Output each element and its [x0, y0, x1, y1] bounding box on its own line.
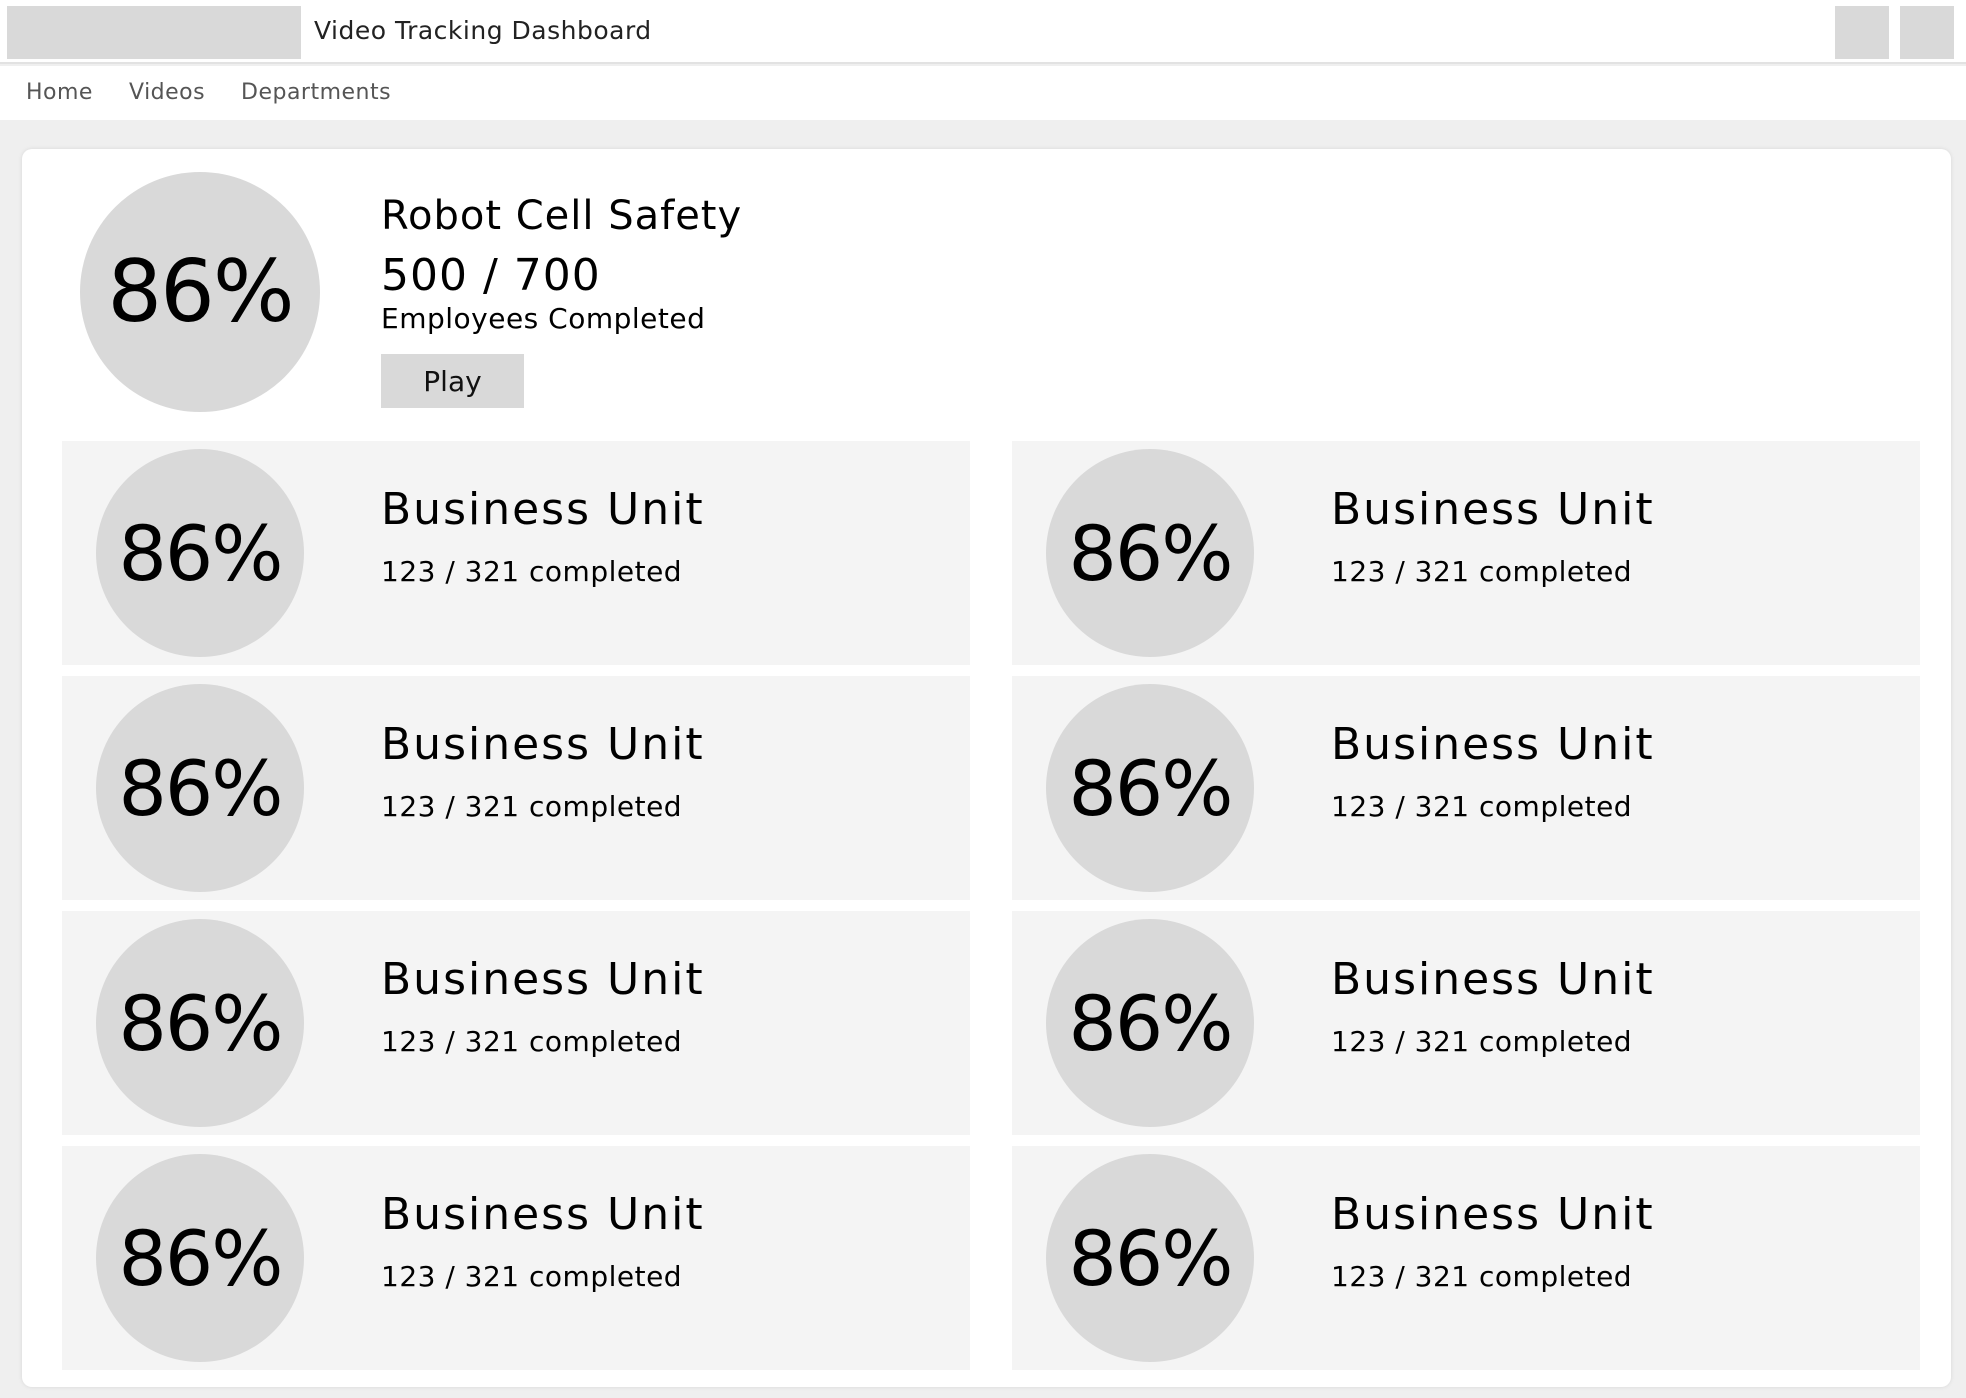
- hero-completion-count: 500 / 700: [381, 250, 601, 301]
- business-unit-card[interactable]: 86% Business Unit 123 / 321 completed: [62, 1146, 970, 1370]
- unit-completion-count: 123 / 321 completed: [1331, 555, 1633, 588]
- top-bar: Video Tracking Dashboard: [0, 0, 1966, 64]
- unit-title: Business Unit: [1331, 719, 1655, 770]
- hero-percent-circle: 86%: [80, 172, 320, 412]
- unit-percent-circle: 86%: [1046, 1154, 1254, 1362]
- business-unit-card[interactable]: 86% Business Unit 123 / 321 completed: [62, 441, 970, 665]
- header-action-button-2[interactable]: [1900, 6, 1954, 59]
- unit-percent-circle: 86%: [1046, 449, 1254, 657]
- unit-completion-count: 123 / 321 completed: [381, 555, 683, 588]
- unit-completion-count: 123 / 321 completed: [381, 790, 683, 823]
- play-button[interactable]: Play: [381, 354, 524, 408]
- business-unit-card[interactable]: 86% Business Unit 123 / 321 completed: [1012, 1146, 1920, 1370]
- unit-title: Business Unit: [381, 719, 705, 770]
- unit-title: Business Unit: [1331, 1189, 1655, 1240]
- business-unit-card[interactable]: 86% Business Unit 123 / 321 completed: [1012, 441, 1920, 665]
- unit-percent-circle: 86%: [96, 684, 304, 892]
- unit-completion-count: 123 / 321 completed: [1331, 790, 1633, 823]
- hero-video-title: Robot Cell Safety: [381, 193, 743, 239]
- unit-completion-count: 123 / 321 completed: [381, 1260, 683, 1293]
- unit-title: Business Unit: [381, 484, 705, 535]
- unit-title: Business Unit: [1331, 954, 1655, 1005]
- unit-percent-circle: 86%: [1046, 684, 1254, 892]
- unit-percent-circle: 86%: [96, 449, 304, 657]
- unit-percent-circle: 86%: [96, 919, 304, 1127]
- app-title: Video Tracking Dashboard: [314, 16, 652, 45]
- nav-item-departments[interactable]: Departments: [241, 80, 391, 105]
- unit-percent-circle: 86%: [96, 1154, 304, 1362]
- unit-completion-count: 123 / 321 completed: [1331, 1260, 1633, 1293]
- unit-completion-count: 123 / 321 completed: [1331, 1025, 1633, 1058]
- unit-percent-circle: 86%: [1046, 919, 1254, 1127]
- business-unit-card[interactable]: 86% Business Unit 123 / 321 completed: [1012, 676, 1920, 900]
- unit-completion-count: 123 / 321 completed: [381, 1025, 683, 1058]
- business-unit-card[interactable]: 86% Business Unit 123 / 321 completed: [62, 911, 970, 1135]
- unit-title: Business Unit: [1331, 484, 1655, 535]
- nav-item-videos[interactable]: Videos: [129, 80, 205, 105]
- logo-placeholder: [7, 6, 301, 59]
- unit-title: Business Unit: [381, 954, 705, 1005]
- hero-completion-label: Employees Completed: [381, 302, 706, 335]
- nav-item-home[interactable]: Home: [26, 80, 93, 105]
- business-unit-card[interactable]: 86% Business Unit 123 / 321 completed: [62, 676, 970, 900]
- business-unit-card[interactable]: 86% Business Unit 123 / 321 completed: [1012, 911, 1920, 1135]
- business-unit-grid: 86% Business Unit 123 / 321 completed 86…: [62, 441, 1920, 1370]
- unit-title: Business Unit: [381, 1189, 705, 1240]
- nav-bar: Home Videos Departments: [0, 66, 1966, 120]
- header-action-button-1[interactable]: [1835, 6, 1889, 59]
